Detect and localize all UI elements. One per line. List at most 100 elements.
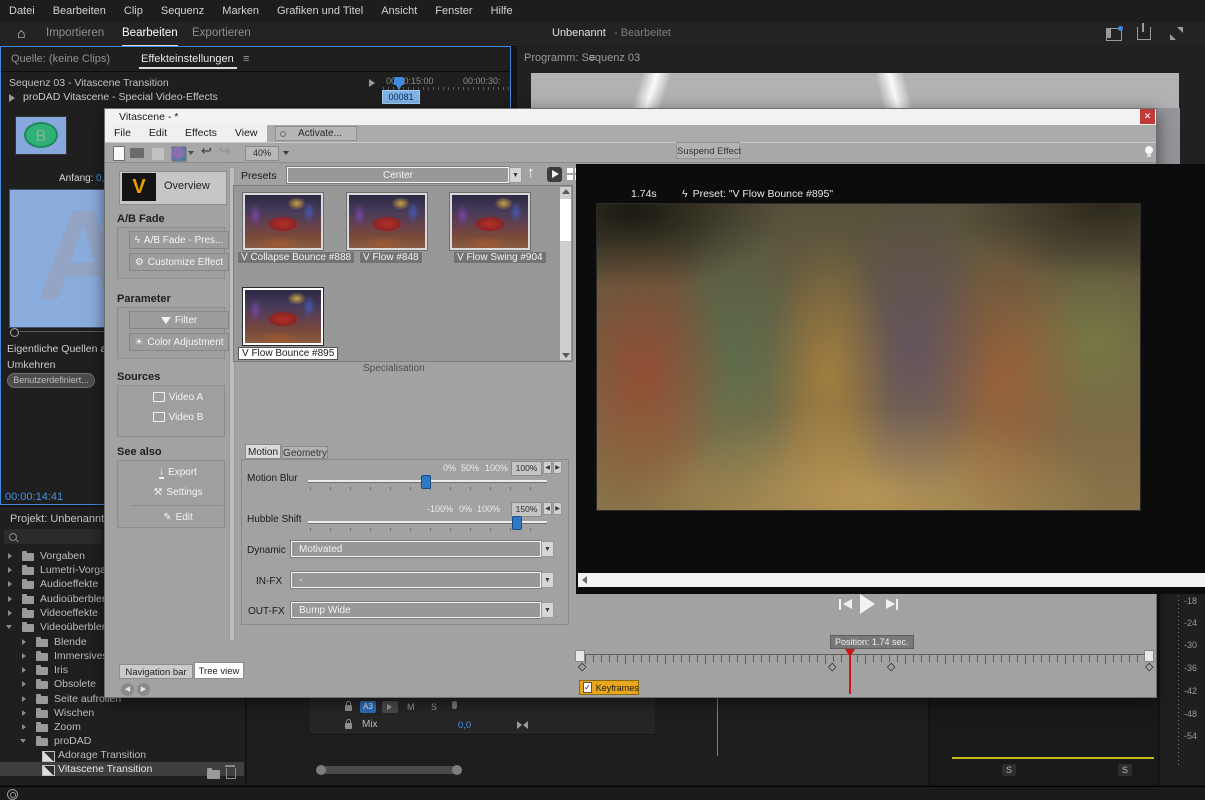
in-fx-arrow-icon[interactable]: ▼ <box>541 572 554 588</box>
color-adjustment-button[interactable]: ☀Color Adjustment <box>129 333 229 351</box>
in-fx-dropdown[interactable]: - <box>291 572 541 588</box>
timeline-hscrollbar[interactable] <box>318 766 460 774</box>
motion-blur-value[interactable]: 100% <box>511 461 542 476</box>
preset-category-dropdown[interactable]: Center <box>287 167 509 183</box>
tab-navigation-bar[interactable]: Navigation bar <box>119 664 193 679</box>
out-fx-arrow-icon[interactable]: ▼ <box>541 602 554 618</box>
menu-clip[interactable]: Clip <box>115 0 152 22</box>
home-icon[interactable]: ⌂ <box>17 25 25 41</box>
tab-motion[interactable]: Motion <box>245 444 281 459</box>
effect-twirl-icon[interactable] <box>9 94 15 102</box>
activate-button[interactable]: Activate... <box>275 126 357 141</box>
tab-importieren[interactable]: Importieren <box>46 22 104 45</box>
reverse-label[interactable]: Umkehren <box>7 359 55 371</box>
tree-row[interactable]: Zoom <box>0 720 244 734</box>
zoom-dropdown-icon[interactable] <box>283 151 289 155</box>
mute-button[interactable]: M <box>407 702 415 712</box>
export-button[interactable]: ↓Export <box>129 464 227 480</box>
workspace-icon[interactable] <box>1106 28 1122 41</box>
checkbox-checked-icon[interactable]: ✓ <box>583 682 592 693</box>
filter-button[interactable]: Filter <box>129 311 229 329</box>
preset-thumb[interactable] <box>347 193 427 250</box>
preset-thumb[interactable] <box>450 193 530 250</box>
custom-button[interactable]: Benutzerdefiniert... <box>7 373 95 388</box>
keyframe-nav-icon[interactable] <box>517 721 522 729</box>
preset-play-icon[interactable] <box>547 167 562 182</box>
tab-source-monitor[interactable]: Quelle: (keine Clips) <box>11 53 110 65</box>
menu-sequenz[interactable]: Sequenz <box>152 0 213 22</box>
video-b-button[interactable]: Video B <box>129 409 227 425</box>
search-input[interactable] <box>4 529 102 544</box>
preview-hscrollbar[interactable] <box>578 573 1205 587</box>
solo-button-left[interactable]: S <box>1002 764 1016 776</box>
fullscreen-icon[interactable] <box>1170 27 1183 40</box>
zoom-handle[interactable] <box>10 328 19 337</box>
keyframe-diamond[interactable]: ◇ <box>828 660 836 673</box>
prev-frame-icon[interactable] <box>839 598 852 611</box>
hubble-shift-thumb[interactable] <box>512 516 522 530</box>
new-bin-icon[interactable] <box>207 770 220 779</box>
panel-menu-icon[interactable]: ≡ <box>243 53 249 65</box>
program-menu-icon[interactable]: ≡ <box>589 52 595 64</box>
ab-fade-presets-button[interactable]: ϟA/B Fade - Pres... <box>129 231 229 249</box>
mini-playhead[interactable] <box>394 77 404 85</box>
settings-button[interactable]: ⚒Settings <box>129 484 227 500</box>
redo-icon[interactable]: ↪ <box>219 143 230 159</box>
out-fx-dropdown[interactable]: Bump Wide <box>291 602 541 618</box>
lock-icon[interactable] <box>345 705 352 711</box>
preset-category-arrow-icon[interactable]: ▼ <box>509 167 522 183</box>
motion-blur-thumb[interactable] <box>421 475 431 489</box>
tab-exportieren[interactable]: Exportieren <box>192 22 251 45</box>
solo-button-right[interactable]: S <box>1118 764 1132 776</box>
suspend-effect-button[interactable]: Suspend Effect <box>676 142 740 159</box>
preset-up-icon[interactable]: ↑ <box>527 164 535 181</box>
vmenu-edit[interactable]: Edit <box>140 125 176 142</box>
play-icon[interactable] <box>860 594 875 614</box>
preset-scrollbar[interactable] <box>560 187 571 360</box>
track-a3-badge[interactable]: A3 <box>360 701 376 713</box>
keyframes-toggle[interactable]: ✓ Keyframes <box>579 680 639 695</box>
render-dropdown-icon[interactable] <box>188 151 194 155</box>
render-icon[interactable] <box>171 146 187 162</box>
tab-tree-view[interactable]: Tree view <box>194 662 244 679</box>
keyframe-diamond[interactable]: ◇ <box>887 660 895 673</box>
vmenu-effects[interactable]: Effects <box>176 125 226 142</box>
transition-a-preview[interactable]: A <box>9 189 106 328</box>
scroll-thumb[interactable] <box>560 199 571 241</box>
video-a-button[interactable]: Video A <box>129 389 227 405</box>
spin-left-icon[interactable]: ◀ <box>543 461 552 474</box>
tree-row[interactable]: Adorage Transition <box>0 748 244 762</box>
ruler-expand-icon[interactable] <box>369 79 375 87</box>
tab-bearbeiten[interactable]: Bearbeiten <box>122 22 178 47</box>
zoom-level[interactable]: 40% <box>245 146 279 161</box>
close-icon[interactable]: ✕ <box>1140 109 1155 124</box>
keyframe-diamond[interactable]: ◇ <box>578 660 586 673</box>
tree-row[interactable]: Wischen <box>0 706 244 720</box>
mic-icon[interactable] <box>452 701 457 709</box>
menu-datei[interactable]: Datei <box>0 0 44 22</box>
red-playhead-line[interactable] <box>849 656 851 694</box>
menu-grafiken[interactable]: Grafiken und Titel <box>268 0 372 22</box>
dynamic-dropdown[interactable]: Motivated <box>291 541 541 557</box>
scroll-left-icon[interactable] <box>582 576 587 584</box>
open-file-icon[interactable] <box>130 148 144 158</box>
menu-hilfe[interactable]: Hilfe <box>482 0 522 22</box>
next-frame-icon[interactable] <box>886 598 899 611</box>
transition-clip-chip[interactable]: 00081 <box>382 90 420 104</box>
clip-b-thumbnail[interactable]: B <box>15 116 67 155</box>
creative-cloud-icon[interactable] <box>7 789 18 800</box>
spin-right-icon[interactable]: ▶ <box>553 502 562 515</box>
tree-row[interactable]: proDAD <box>0 734 244 748</box>
zoom-track[interactable] <box>20 331 104 332</box>
edit-button[interactable]: ✎Edit <box>129 509 227 525</box>
spin-right-icon[interactable]: ▶ <box>553 461 562 474</box>
mix-value[interactable]: 0,0 <box>458 720 471 731</box>
keyframe-diamond[interactable]: ◇ <box>1145 660 1153 673</box>
source-patch-icon[interactable] <box>382 701 398 713</box>
nav-back-icon[interactable]: ◀ <box>121 683 134 696</box>
vmenu-file[interactable]: File <box>105 125 140 142</box>
lock-icon[interactable] <box>345 723 352 729</box>
new-file-icon[interactable] <box>113 146 125 161</box>
trash-icon[interactable] <box>226 768 236 779</box>
hubble-shift-value[interactable]: 150% <box>511 502 542 517</box>
